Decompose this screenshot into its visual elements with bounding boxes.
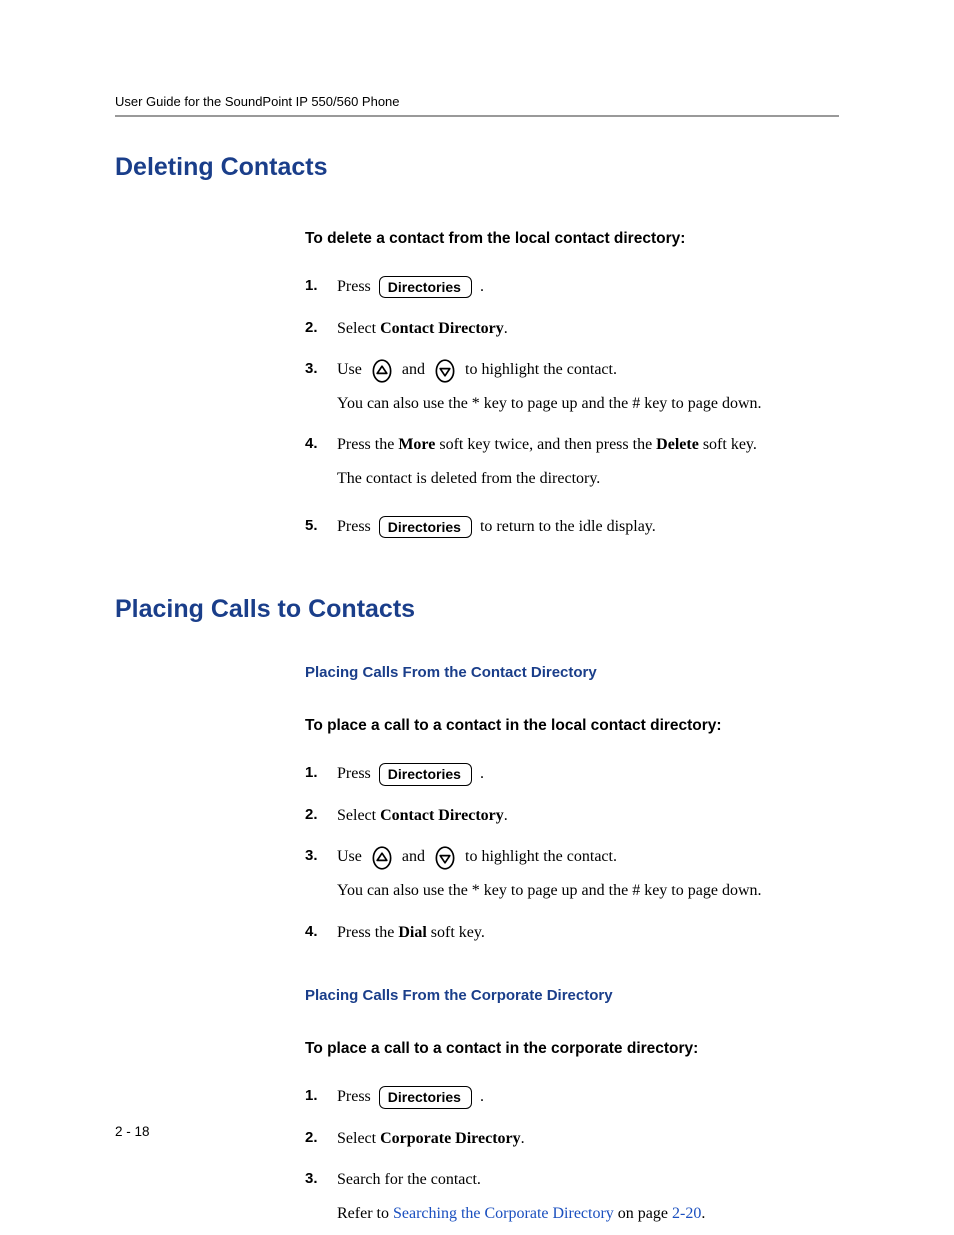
page-number: 2 - 18 <box>115 1124 150 1139</box>
steps-delete-contact: Press Directories . Select Contact Direc… <box>305 274 839 539</box>
bold-text: Corporate Directory <box>380 1130 521 1147</box>
procedure-heading-place-corporate: To place a call to a contact in the corp… <box>305 1040 839 1058</box>
sub-section-corporate-directory: Placing Calls From the Corporate Directo… <box>305 987 839 1004</box>
directories-key-icon: Directories <box>379 763 472 785</box>
text: Press <box>337 1088 375 1105</box>
text: Press the More soft key twice, and then … <box>337 432 839 458</box>
up-arrow-icon <box>369 359 395 383</box>
directories-key-icon: Directories <box>379 276 472 298</box>
procedure-heading-delete: To delete a contact from the local conta… <box>305 230 839 248</box>
text: Select Corporate Directory. <box>337 1126 839 1152</box>
xref-link[interactable]: 2-20 <box>672 1205 701 1222</box>
text: . <box>480 765 484 782</box>
bold-text: More <box>398 436 435 453</box>
text: Use and to highlight the contact. <box>337 357 839 383</box>
step-1: Press Directories . <box>305 274 839 300</box>
text: Use and to highlight the contact. <box>337 844 839 870</box>
bold-text: Contact Directory <box>380 807 504 824</box>
step-3: Use and to highlight the contact. You ca… <box>305 357 839 416</box>
step-note: The contact is deleted from the director… <box>337 466 839 492</box>
section-title-placing-calls: Placing Calls to Contacts <box>115 595 839 624</box>
down-arrow-icon <box>432 846 458 870</box>
text: Press <box>337 765 375 782</box>
running-header: User Guide for the SoundPoint IP 550/560… <box>115 94 839 117</box>
step-3: Search for the contact. Refer to Searchi… <box>305 1167 839 1226</box>
text: Press <box>337 278 375 295</box>
text: Press the Dial soft key. <box>337 920 839 946</box>
sub-section-contact-directory: Placing Calls From the Contact Directory <box>305 664 839 681</box>
steps-place-local: Press Directories . Select Contact Direc… <box>305 761 839 945</box>
text: Select Contact Directory. <box>337 316 839 342</box>
directories-key-icon: Directories <box>379 1086 472 1108</box>
step-4: Press the More soft key twice, and then … <box>305 432 839 491</box>
step-1: Press Directories . <box>305 1084 839 1110</box>
step-note: Refer to Searching the Corporate Directo… <box>337 1201 839 1227</box>
section-title-deleting-contacts: Deleting Contacts <box>115 153 839 182</box>
step-4: Press the Dial soft key. <box>305 920 839 946</box>
text: . <box>480 1088 484 1105</box>
bold-text: Dial <box>398 924 426 941</box>
xref-link[interactable]: Searching the Corporate Directory <box>393 1205 614 1222</box>
step-note: You can also use the * key to page up an… <box>337 391 839 417</box>
step-2: Select Corporate Directory. <box>305 1126 839 1152</box>
directories-key-icon: Directories <box>379 516 472 538</box>
down-arrow-icon <box>432 359 458 383</box>
text: Search for the contact. <box>337 1167 839 1193</box>
text: to return to the idle display. <box>480 518 656 535</box>
text: Select Contact Directory. <box>337 803 839 829</box>
step-3: Use and to highlight the contact. You ca… <box>305 844 839 903</box>
step-2: Select Contact Directory. <box>305 316 839 342</box>
procedure-heading-place-local: To place a call to a contact in the loca… <box>305 717 839 735</box>
up-arrow-icon <box>369 846 395 870</box>
step-5: Press Directories to return to the idle … <box>305 514 839 540</box>
text: . <box>480 278 484 295</box>
step-2: Select Contact Directory. <box>305 803 839 829</box>
bold-text: Contact Directory <box>380 320 504 337</box>
step-note: You can also use the * key to page up an… <box>337 878 839 904</box>
bold-text: Delete <box>656 436 699 453</box>
step-1: Press Directories . <box>305 761 839 787</box>
steps-place-corporate: Press Directories . Select Corporate Dir… <box>305 1084 839 1226</box>
text: Press <box>337 518 375 535</box>
